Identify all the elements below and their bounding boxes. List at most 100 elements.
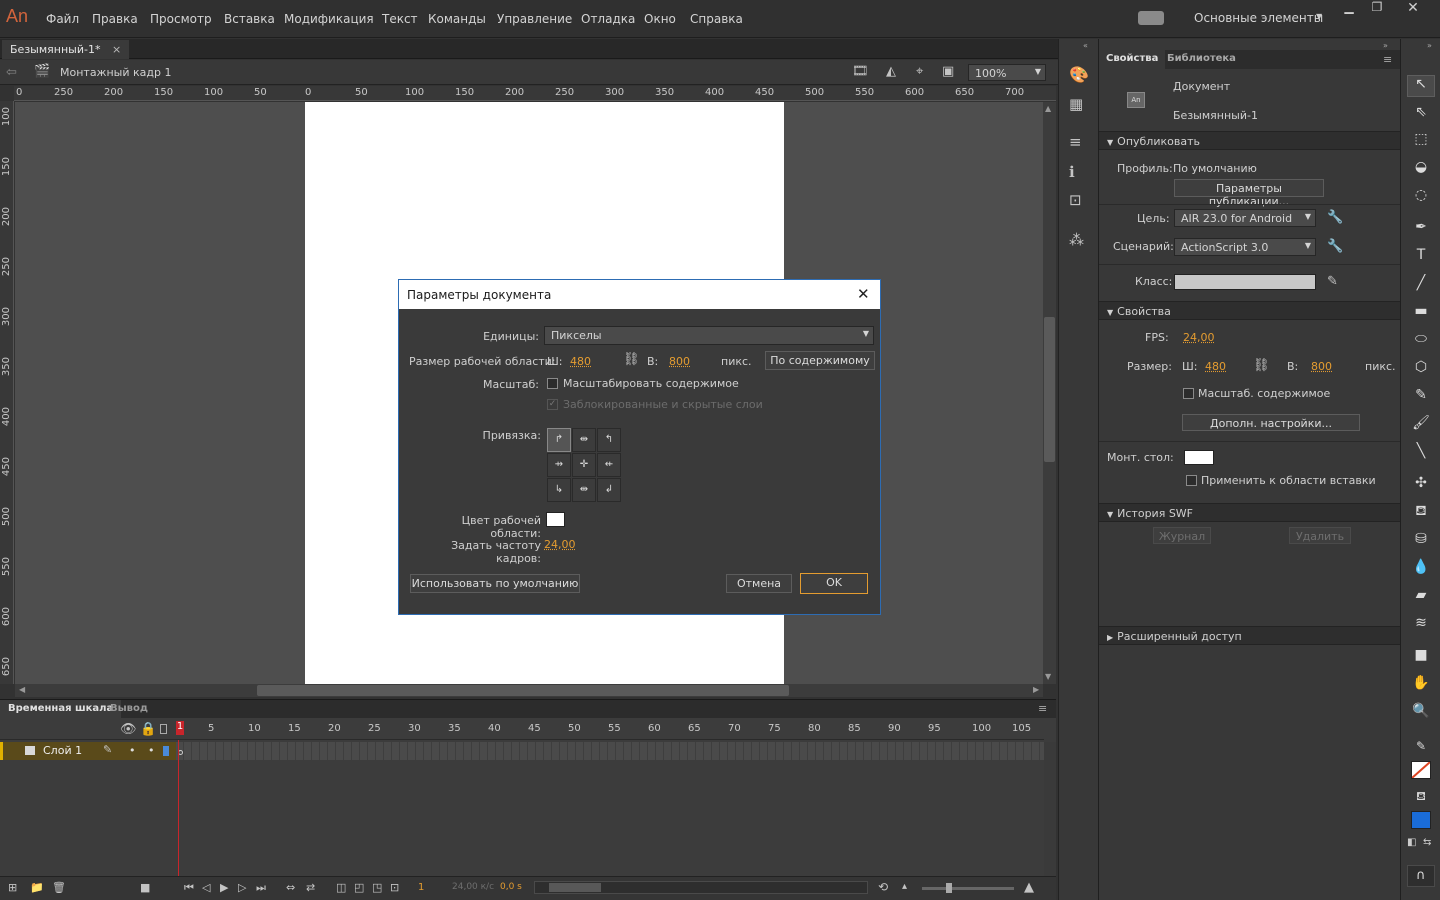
new-layer-icon[interactable]: ⊞ [8,881,17,894]
link-icon[interactable]: ⛓ [623,352,640,367]
width-value[interactable]: 480 [1205,360,1226,373]
eyedropper-tool-icon[interactable]: 💧 [1411,559,1431,579]
wrench-icon[interactable]: 🔧 [1327,239,1343,254]
zoom-out-frames-icon[interactable]: ▴ [902,881,907,892]
ink-bottle-tool-icon[interactable]: ⛁ [1411,531,1431,551]
edit-symbols-icon[interactable]: ◭ [886,64,896,79]
bone-tool-icon[interactable]: ✣ [1411,475,1431,495]
width-tool-icon[interactable]: ≋ [1411,615,1431,635]
expand-icon[interactable]: » [1383,41,1388,50]
clip-stage-icon[interactable]: ▣ [942,64,954,79]
tab-library[interactable]: Библиотека [1167,50,1236,69]
menu-view[interactable]: Просмотр [150,12,212,26]
layer-row[interactable]: Слой 1 ✎ • • [0,742,176,760]
hand-tool-icon[interactable]: ✋ [1411,675,1431,695]
info-icon[interactable]: ℹ [1069,163,1075,181]
center-stage-icon[interactable]: ⌖ [916,64,923,79]
layer-color-swatch[interactable] [163,746,169,756]
frame-rate[interactable]: 24,00 к/с [452,882,494,892]
pencil-icon[interactable]: ✎ [1327,274,1338,289]
line-tool-icon[interactable]: ╱ [1411,275,1431,295]
playhead[interactable]: 1 [176,721,184,735]
wrench-icon[interactable]: 🔧 [1327,210,1343,225]
free-transform-tool-icon[interactable]: ⬚ [1411,131,1431,151]
polystar-tool-icon[interactable]: ⬡ [1411,359,1431,379]
panel-menu-icon[interactable]: ≡ [1038,702,1047,715]
menu-control[interactable]: Управление [497,12,572,26]
anchor-top-center[interactable]: ⇹ [572,428,596,452]
apply-paste-checkbox[interactable] [1186,475,1197,486]
layer-name[interactable]: Слой 1 [43,744,82,757]
selection-tool-icon[interactable]: ↖ [1411,76,1431,96]
use-default-button[interactable]: Использовать по умолчанию [410,574,580,593]
anchor-middle-left[interactable]: ⇸ [547,453,571,477]
fps-value[interactable]: 24,00 [544,538,576,551]
anchor-top-right[interactable]: ↰ [597,428,621,452]
zoom-select[interactable]: 100% ▼ [968,64,1046,81]
publish-settings-button[interactable]: Параметры публикации... [1174,179,1324,208]
paint-brush-tool-icon[interactable]: 🖌 [1411,415,1431,435]
log-button[interactable]: Журнал [1153,527,1211,544]
delete-icon[interactable]: 🗑 [52,881,66,894]
center-frame-icon[interactable]: ⇄ [306,881,315,894]
ok-button[interactable]: OK [800,573,868,594]
fit-content-button[interactable]: По содержимому [765,351,875,370]
fill-color-icon[interactable]: ⛾ [1411,789,1431,809]
delete-button[interactable]: Удалить [1289,527,1351,544]
slider-thumb[interactable] [946,883,952,893]
current-frame[interactable]: 1 [418,882,424,893]
new-folder-icon[interactable]: 📁 [30,881,44,894]
timeline-hscroll[interactable] [534,881,868,894]
timeline-vscroll[interactable] [1044,742,1056,876]
edit-multiple-icon[interactable]: ◳ [372,881,382,894]
color-palette-icon[interactable]: 🎨 [1069,65,1089,84]
script-select[interactable]: ActionScript 3.0 ▼ [1174,238,1316,256]
link-icon[interactable]: ⛓ [1253,358,1270,373]
tab-output[interactable]: Вывод [104,700,154,719]
menu-edit[interactable]: Правка [92,12,138,26]
stroke-color-icon[interactable]: ✎ [1411,739,1431,759]
vertical-scrollbar[interactable]: ▲ ▼ [1043,102,1056,684]
sync-icon[interactable]: ⟲ [878,880,888,894]
minimize-icon[interactable]: ▁ [1338,0,1360,14]
anchor-center[interactable]: ✛ [572,453,596,477]
camera-tool-icon[interactable]: ■ [1411,647,1431,667]
workspace-switcher[interactable]: Основные элементы [1194,11,1323,25]
gamepad-icon[interactable] [1138,11,1164,25]
first-frame-icon[interactable]: ⏮ [184,881,194,895]
dialog-close-icon[interactable]: ✕ [857,285,870,303]
restore-icon[interactable]: ❐ [1366,0,1388,14]
scroll-up-icon[interactable]: ▲ [1045,104,1051,113]
expand-icon[interactable]: » [1427,41,1432,50]
fps-value[interactable]: 24,00 [1183,331,1215,344]
close-icon[interactable]: ✕ [1402,0,1424,16]
last-frame-icon[interactable]: ⏭ [256,881,266,895]
play-icon[interactable]: ▶ [220,881,228,894]
rectangle-tool-icon[interactable]: ▬ [1411,303,1431,323]
swatches-icon[interactable]: ▦ [1069,95,1083,113]
subselection-tool-icon[interactable]: ⇖ [1411,104,1431,124]
snap-to-objects-button[interactable]: ∩ [1407,865,1435,887]
default-colors-icon[interactable]: ◧ [1407,837,1416,848]
edit-scene-icon[interactable]: 🎞 [852,64,869,79]
onion-outline-icon[interactable]: ◰ [354,881,364,894]
next-frame-icon[interactable]: ▷ [238,881,246,894]
lock-dot[interactable]: • [148,744,155,757]
anchor-top-left[interactable]: ↱ [547,428,571,452]
section-properties[interactable]: ▼ Свойства [1099,301,1401,320]
stage-color-swatch[interactable] [546,512,565,527]
section-accessibility[interactable]: ▶ Расширенный доступ [1099,626,1401,645]
outline-icon[interactable] [160,724,167,734]
modify-markers-icon[interactable]: ⊡ [390,881,399,894]
collapse-icon[interactable]: « [1083,41,1088,50]
menu-file[interactable]: Файл [46,12,79,26]
elapsed-time[interactable]: 0,0 s [500,882,522,892]
align-icon[interactable]: ≡ [1069,133,1082,151]
height-value[interactable]: 800 [1311,360,1332,373]
units-select[interactable]: Пикселы ▼ [544,326,874,345]
paint-bucket-tool-icon[interactable]: ⛾ [1411,503,1431,523]
menu-insert[interactable]: Вставка [224,12,275,26]
cancel-button[interactable]: Отмена [726,574,792,593]
scroll-down-icon[interactable]: ▼ [1045,672,1051,681]
tab-document[interactable]: Безымянный-1* × [2,40,130,59]
